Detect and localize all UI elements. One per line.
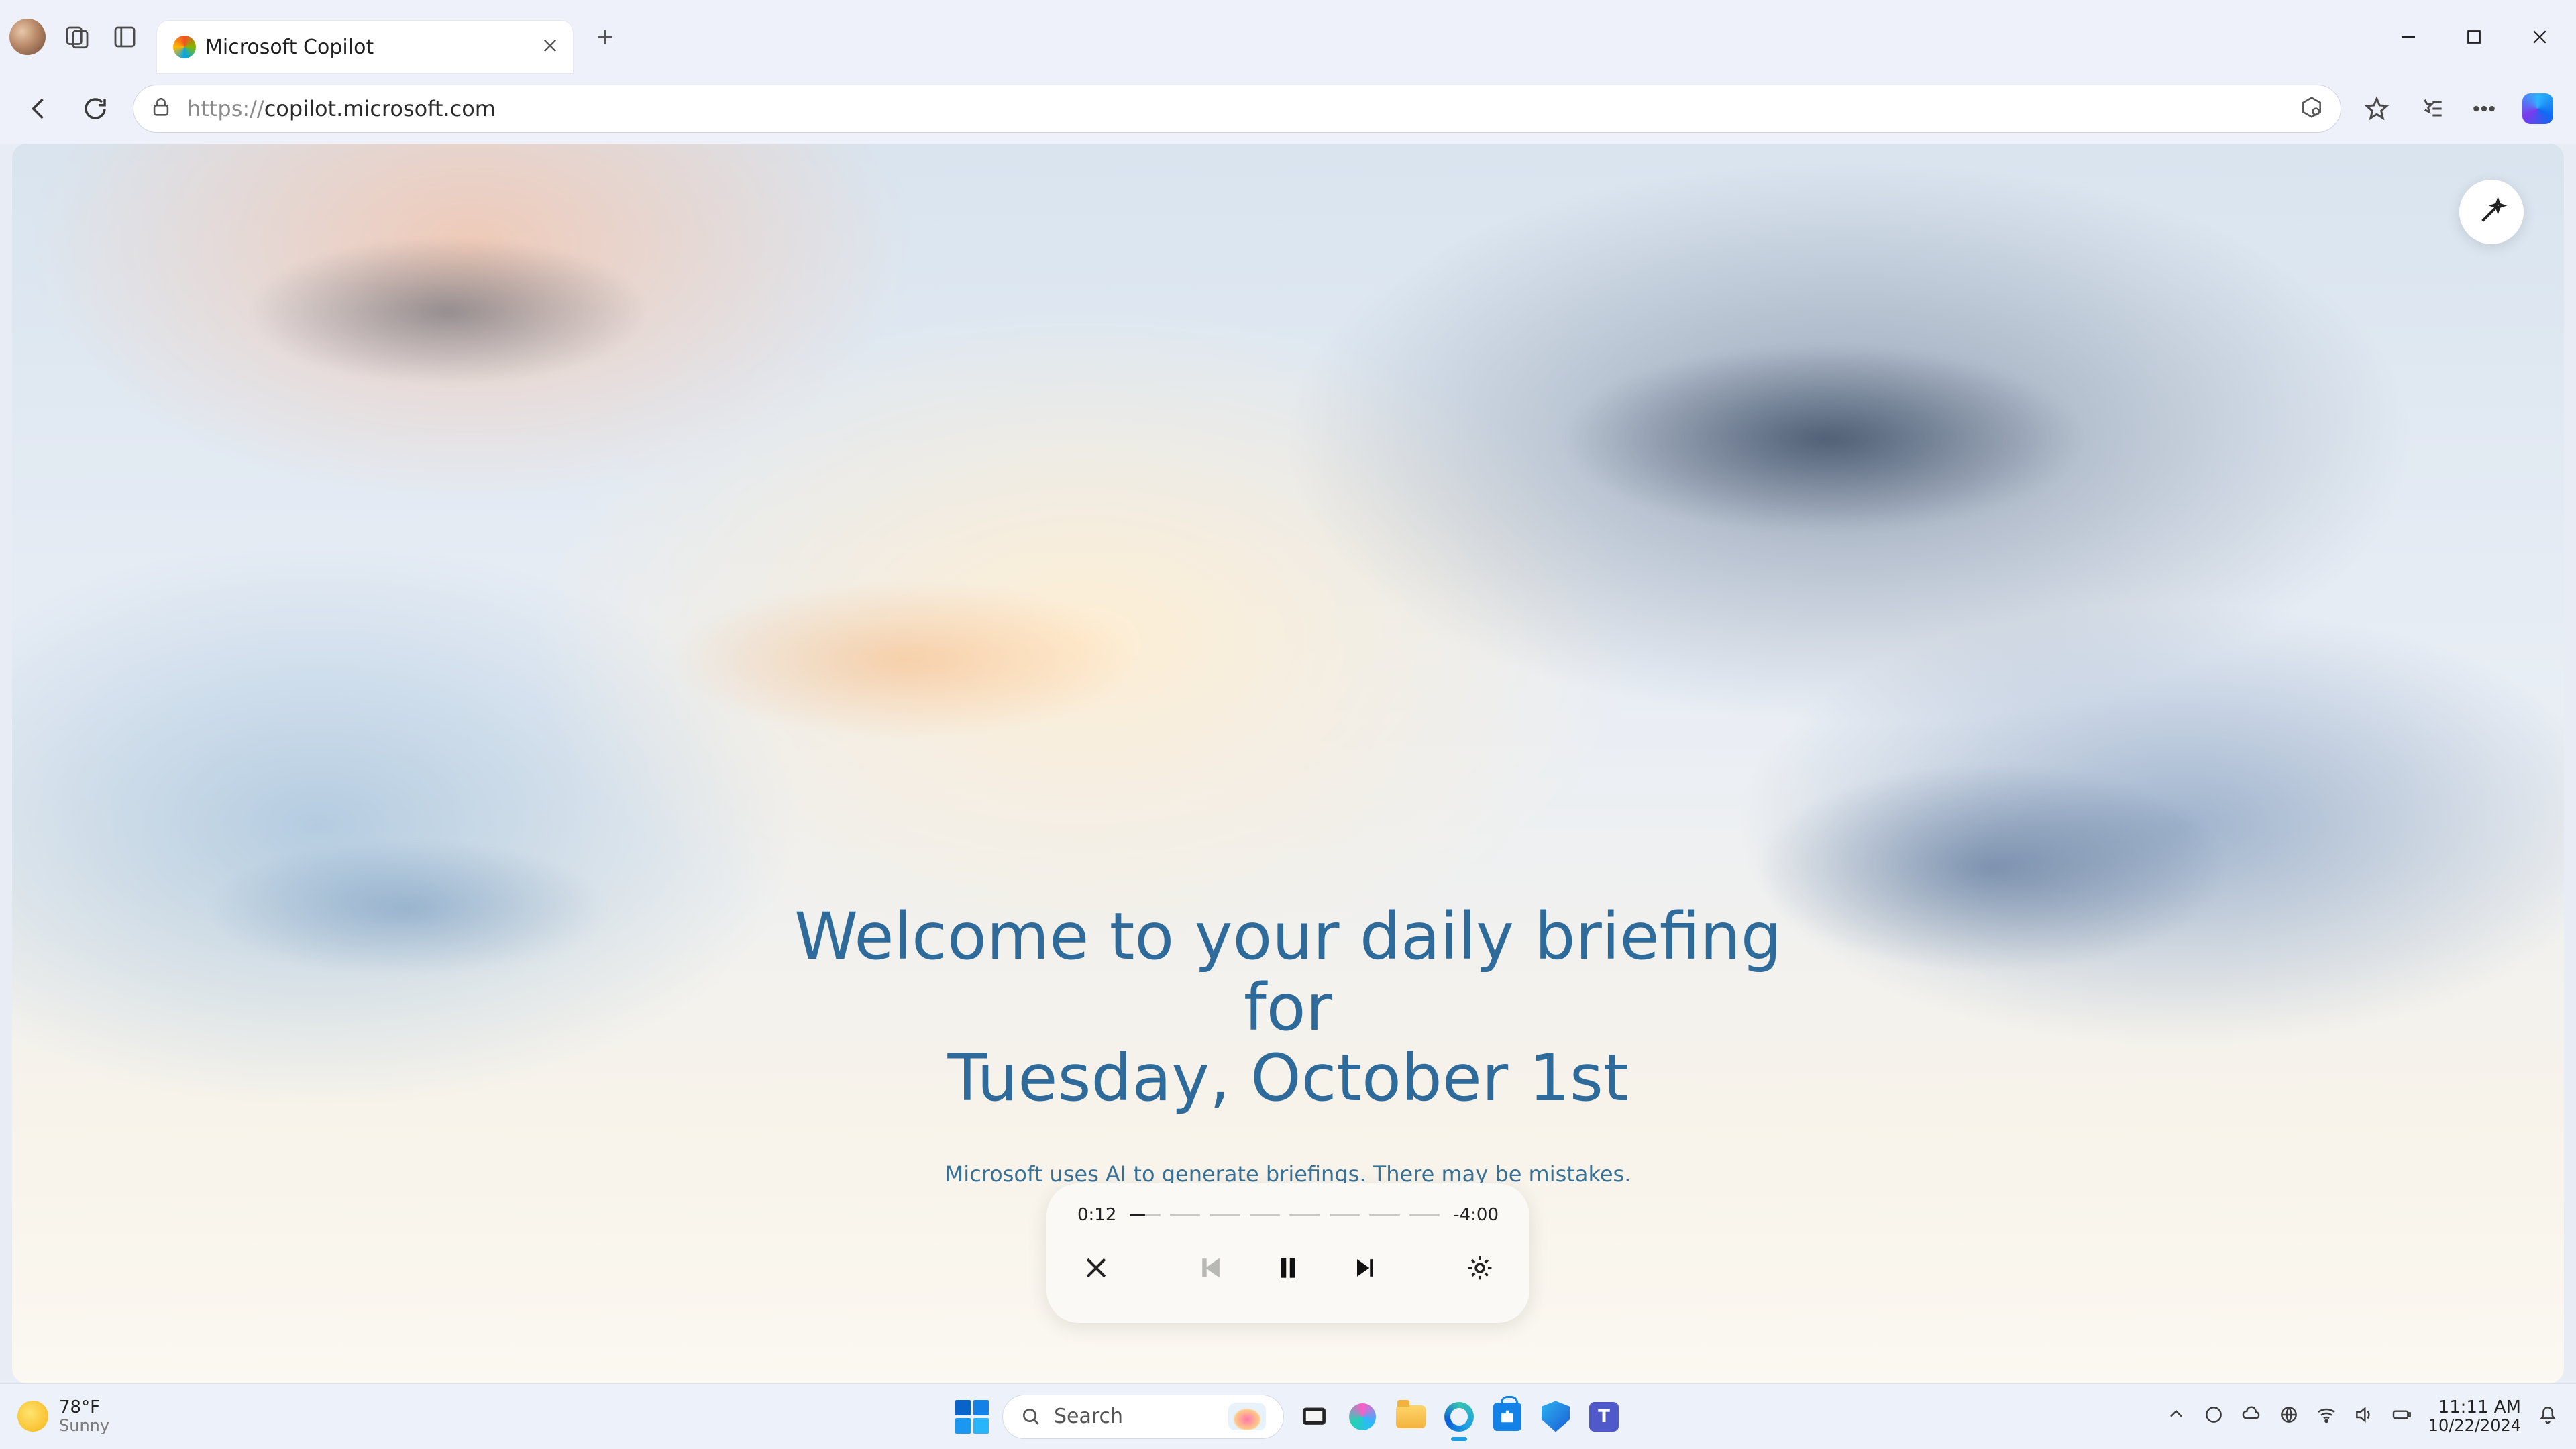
gear-icon: [1465, 1253, 1495, 1283]
settings-more-button[interactable]: [2469, 93, 2500, 124]
pause-button[interactable]: [1269, 1249, 1307, 1287]
workspaces-icon[interactable]: [63, 22, 93, 52]
new-tab-button[interactable]: [590, 22, 620, 52]
browser-toolbar: https://copilot.microsoft.com: [0, 74, 2576, 144]
microsoft-store-button[interactable]: [1491, 1400, 1524, 1434]
sun-icon: [17, 1401, 48, 1432]
copilot-taskbar-button[interactable]: [1346, 1400, 1379, 1434]
background-art: [1488, 318, 2159, 559]
window-controls: [2395, 23, 2553, 50]
wifi-icon[interactable]: [2316, 1404, 2337, 1428]
skip-previous-icon: [1197, 1253, 1226, 1283]
taskbar-search[interactable]: Search: [1002, 1395, 1284, 1439]
url-text: https://copilot.microsoft.com: [187, 96, 2284, 121]
elapsed-time: 0:12: [1077, 1205, 1116, 1225]
skip-next-icon: [1350, 1253, 1379, 1283]
page-viewport: Welcome to your daily briefing for Tuesd…: [12, 144, 2564, 1383]
refresh-button[interactable]: [78, 91, 113, 126]
file-explorer-button[interactable]: [1394, 1400, 1428, 1434]
battery-icon[interactable]: [2391, 1404, 2412, 1428]
address-bar[interactable]: https://copilot.microsoft.com: [133, 85, 2341, 133]
search-icon: [1020, 1406, 1042, 1428]
site-info-icon[interactable]: [150, 96, 172, 121]
tray-sync-icon[interactable]: [2203, 1404, 2224, 1428]
favorites-list-button[interactable]: [2415, 93, 2446, 124]
tray-chevron-button[interactable]: [2165, 1404, 2187, 1428]
tab-title: Microsoft Copilot: [205, 36, 531, 59]
close-icon: [1081, 1253, 1111, 1283]
onedrive-icon[interactable]: [2241, 1404, 2262, 1428]
back-button[interactable]: [23, 91, 58, 126]
weather-widget[interactable]: 78°F Sunny: [17, 1399, 109, 1434]
customize-background-button[interactable]: [2459, 180, 2524, 244]
task-view-button[interactable]: [1297, 1400, 1331, 1434]
edge-button[interactable]: [1442, 1400, 1476, 1434]
close-window-button[interactable]: [2526, 23, 2553, 50]
maximize-button[interactable]: [2461, 23, 2487, 50]
tab-actions-icon[interactable]: [110, 22, 140, 52]
volume-icon[interactable]: [2353, 1404, 2375, 1428]
language-icon[interactable]: [2278, 1404, 2300, 1428]
profile-avatar[interactable]: [9, 19, 46, 55]
background-art: [602, 559, 1206, 761]
copilot-favicon-icon: [173, 36, 196, 58]
progress-track[interactable]: [1130, 1212, 1440, 1218]
close-tab-button[interactable]: [541, 36, 559, 58]
next-button[interactable]: [1346, 1249, 1383, 1287]
hero-section: Welcome to your daily briefing for Tuesd…: [12, 902, 2564, 1187]
start-button[interactable]: [955, 1400, 989, 1434]
audio-player: 0:12 -4:00: [1046, 1183, 1529, 1323]
favorites-button[interactable]: [2361, 93, 2392, 124]
browser-tab-strip: Microsoft Copilot: [0, 0, 2576, 74]
weather-temp: 78°F: [59, 1399, 109, 1417]
weather-condition: Sunny: [59, 1417, 109, 1434]
previous-button[interactable]: [1193, 1249, 1230, 1287]
magic-wand-icon: [2476, 197, 2507, 227]
briefing-headline: Welcome to your daily briefing for Tuesd…: [751, 902, 1825, 1114]
remaining-time: -4:00: [1453, 1205, 1499, 1225]
copilot-sidebar-button[interactable]: [2522, 93, 2553, 124]
teams-button[interactable]: [1587, 1400, 1621, 1434]
security-button[interactable]: [1539, 1400, 1572, 1434]
browser-tab[interactable]: Microsoft Copilot: [157, 21, 573, 73]
pause-icon: [1273, 1253, 1303, 1283]
search-highlight-icon: [1228, 1403, 1266, 1430]
notifications-button[interactable]: [2537, 1404, 2559, 1428]
background-art: [213, 224, 683, 398]
player-settings-button[interactable]: [1461, 1249, 1499, 1287]
search-placeholder: Search: [1054, 1405, 1216, 1428]
shopping-icon[interactable]: [2299, 95, 2324, 123]
close-player-button[interactable]: [1077, 1249, 1115, 1287]
taskbar-clock[interactable]: 11:11 AM 10/22/2024: [2428, 1399, 2521, 1434]
windows-taskbar: 78°F Sunny Search: [0, 1383, 2576, 1449]
minimize-button[interactable]: [2395, 23, 2422, 50]
